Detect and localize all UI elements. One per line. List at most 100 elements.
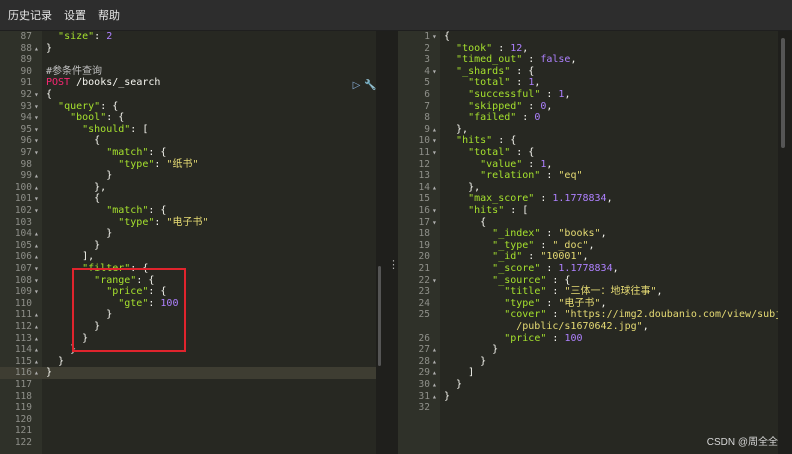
code-line[interactable]: 108 ▾ "range": { — [0, 275, 376, 287]
fold-toggle-icon[interactable]: ▾ — [34, 89, 42, 101]
fold-toggle-icon[interactable]: ▾ — [34, 135, 42, 147]
code-line[interactable]: 101 ▾ { — [0, 193, 376, 205]
fold-toggle-icon[interactable]: ▾ — [34, 193, 42, 205]
fold-toggle-icon[interactable]: ▾ — [34, 286, 42, 298]
fold-toggle-icon[interactable]: ▴ — [34, 356, 42, 368]
fold-toggle-icon[interactable]: ▾ — [34, 112, 42, 124]
fold-toggle-icon[interactable]: ▴ — [432, 344, 440, 356]
fold-toggle-icon[interactable]: ▴ — [34, 321, 42, 333]
fold-toggle-icon[interactable]: ▴ — [34, 344, 42, 356]
code-line[interactable]: 93 ▾ "query": { — [0, 101, 376, 113]
fold-toggle-icon[interactable]: ▾ — [34, 205, 42, 217]
fold-toggle-icon[interactable]: ▴ — [34, 309, 42, 321]
code-line[interactable]: 14 ▴ }, — [398, 182, 778, 194]
fold-toggle-icon[interactable]: ▴ — [432, 124, 440, 136]
fold-toggle-icon[interactable]: ▴ — [34, 182, 42, 194]
fold-toggle-icon[interactable]: ▴ — [432, 182, 440, 194]
fold-toggle-icon[interactable]: ▾ — [432, 66, 440, 78]
code-line[interactable]: 113 ▴ } — [0, 333, 376, 345]
code-line[interactable]: 3 "timed_out" : false, — [398, 54, 778, 66]
code-line[interactable]: 95 ▾ "should": [ — [0, 124, 376, 136]
code-line[interactable]: 102 ▾ "match": { — [0, 205, 376, 217]
code-line[interactable]: 10 ▾ "hits" : { — [398, 135, 778, 147]
code-line[interactable]: 32 — [398, 402, 778, 414]
fold-toggle-icon[interactable]: ▴ — [34, 170, 42, 182]
code-line[interactable]: 5 "total" : 1, — [398, 77, 778, 89]
code-line[interactable]: 106 ▴ ], — [0, 251, 376, 263]
code-line[interactable]: 21 "_score" : 1.1778834, — [398, 263, 778, 275]
fold-toggle-icon[interactable]: ▾ — [432, 135, 440, 147]
fold-toggle-icon[interactable]: ▴ — [34, 251, 42, 263]
code-line[interactable]: /public/s1670642.jpg", — [398, 321, 778, 333]
code-line[interactable]: 104 ▴ } — [0, 228, 376, 240]
code-line[interactable]: 17 ▾ { — [398, 217, 778, 229]
fold-toggle-icon[interactable]: ▴ — [34, 43, 42, 55]
fold-toggle-icon[interactable]: ▾ — [34, 124, 42, 136]
code-line[interactable]: 13 "relation" : "eq" — [398, 170, 778, 182]
code-line[interactable]: 96 ▾ { — [0, 135, 376, 147]
request-editor-scrollbar[interactable] — [378, 266, 381, 366]
code-line[interactable]: 26 "price" : 100 — [398, 333, 778, 345]
code-line[interactable]: 1 ▾ { — [398, 31, 778, 43]
fold-toggle-icon[interactable]: ▴ — [34, 228, 42, 240]
code-line[interactable]: 107 ▾ "filter": { — [0, 263, 376, 275]
code-line[interactable]: 109 ▾ "price": { — [0, 286, 376, 298]
fold-toggle-icon[interactable]: ▴ — [34, 240, 42, 252]
code-line[interactable]: 111 ▴ } — [0, 309, 376, 321]
code-line[interactable]: 7 "skipped" : 0, — [398, 101, 778, 113]
code-line[interactable]: 87 "size": 2 — [0, 31, 376, 43]
request-editor[interactable]: 87 "size": 2 88 ▴} 89 90 #参条件查询 91 POST /books/… — [0, 31, 376, 454]
code-line[interactable]: 12 "value" : 1, — [398, 159, 778, 171]
response-viewer-scrollbar[interactable] — [781, 38, 785, 148]
fold-toggle-icon[interactable]: ▴ — [432, 391, 440, 403]
code-line[interactable]: 27 ▴ } — [398, 344, 778, 356]
code-line[interactable]: 30 ▴ } — [398, 379, 778, 391]
code-line[interactable]: 22 ▾ "_source" : { — [398, 275, 778, 287]
code-line[interactable]: 114 ▴ } — [0, 344, 376, 356]
code-line[interactable]: 2 "took" : 12, — [398, 43, 778, 55]
menu-help[interactable]: 帮助 — [98, 7, 120, 23]
fold-toggle-icon[interactable]: ▾ — [432, 205, 440, 217]
code-line[interactable]: 19 "_type" : "_doc", — [398, 240, 778, 252]
code-line[interactable]: 110 "gte": 100 — [0, 298, 376, 310]
send-request-play-icon[interactable]: ▷ — [351, 80, 362, 91]
code-line[interactable]: 112 ▴ } — [0, 321, 376, 333]
code-line[interactable]: 6 "successful" : 1, — [398, 89, 778, 101]
code-line[interactable]: 115 ▴ } — [0, 356, 376, 368]
fold-toggle-icon[interactable]: ▾ — [34, 263, 42, 275]
fold-toggle-icon[interactable]: ▾ — [432, 275, 440, 287]
fold-toggle-icon[interactable]: ▾ — [34, 275, 42, 287]
wrench-icon[interactable]: 🔧 — [364, 80, 376, 91]
code-line[interactable]: 92 ▾ { — [0, 89, 376, 101]
code-line[interactable]: 28 ▴ } — [398, 356, 778, 368]
fold-toggle-icon[interactable]: ▾ — [432, 217, 440, 229]
fold-toggle-icon[interactable]: ▴ — [432, 367, 440, 379]
code-line[interactable]: 116 ▴} — [0, 367, 376, 379]
code-line[interactable]: 122 — [0, 437, 376, 449]
code-line[interactable]: 105 ▴ } — [0, 240, 376, 252]
fold-toggle-icon[interactable]: ▾ — [432, 147, 440, 159]
code-line[interactable]: 18 "_index" : "books", — [398, 228, 778, 240]
code-line[interactable]: 120 — [0, 414, 376, 426]
response-viewer[interactable]: 1 ▾{2 "took" : 12, 3 "timed_out" : false, 4… — [398, 31, 778, 454]
code-line[interactable]: 23 "title" : "三体一：地球往事", — [398, 286, 778, 298]
code-line[interactable]: 91 POST /books/_search — [0, 77, 376, 89]
code-line[interactable]: 24 "type" : "电子书", — [398, 298, 778, 310]
code-line[interactable]: 88 ▴} — [0, 43, 376, 55]
code-line[interactable]: 89 — [0, 54, 376, 66]
code-line[interactable]: 98 "type": "纸书" — [0, 159, 376, 171]
code-line[interactable]: 9 ▴ }, — [398, 124, 778, 136]
code-line[interactable]: 29 ▴ ] — [398, 367, 778, 379]
fold-toggle-icon[interactable]: ▴ — [432, 356, 440, 368]
pane-divider[interactable] — [376, 31, 398, 454]
fold-toggle-icon[interactable]: ▴ — [34, 333, 42, 345]
code-line[interactable]: 11 ▾ "total" : { — [398, 147, 778, 159]
fold-toggle-icon[interactable]: ▴ — [34, 367, 42, 379]
code-line[interactable]: 31 ▴} — [398, 391, 778, 403]
code-line[interactable]: 8 "failed" : 0 — [398, 112, 778, 124]
code-line[interactable]: 100 ▴ }, — [0, 182, 376, 194]
code-line[interactable]: 4 ▾ "_shards" : { — [398, 66, 778, 78]
code-line[interactable]: 94 ▾ "bool": { — [0, 112, 376, 124]
code-line[interactable]: 121 — [0, 425, 376, 437]
fold-toggle-icon[interactable]: ▾ — [432, 31, 440, 43]
